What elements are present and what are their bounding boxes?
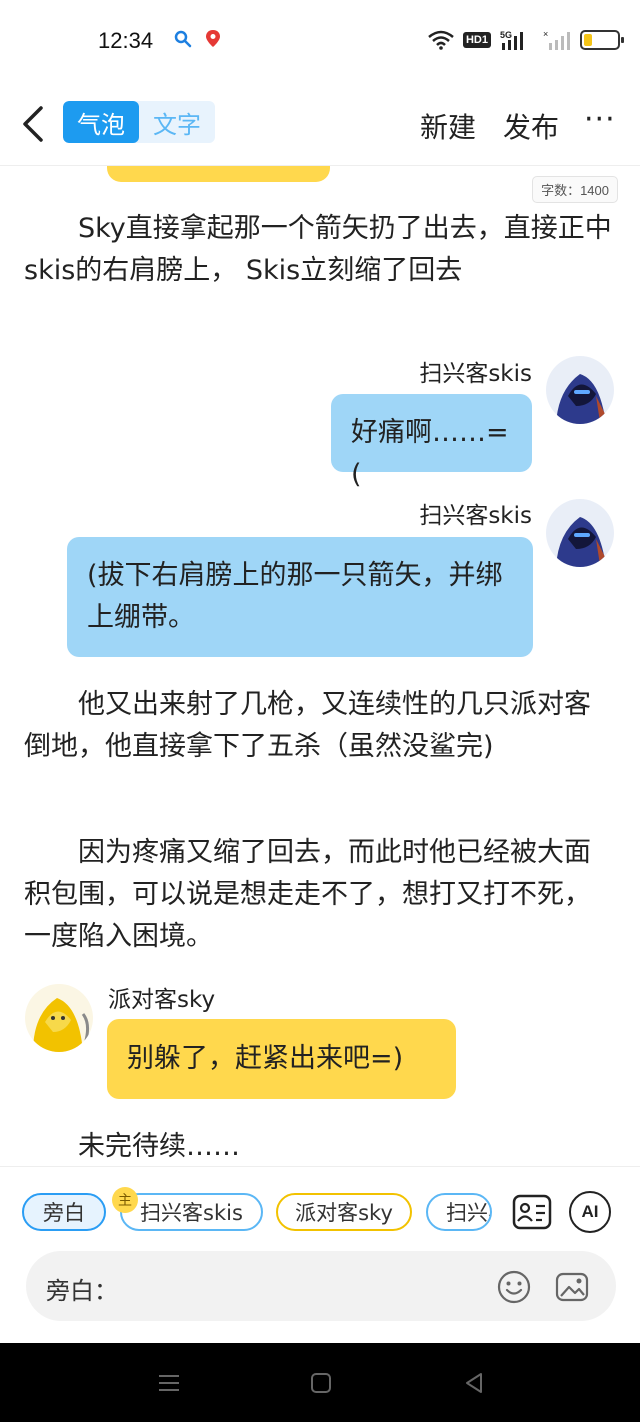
speaker-name-skis-2: 扫兴客skis [419, 503, 532, 529]
battery-icon [580, 30, 624, 50]
role-chip-skis[interactable]: 扫兴客skis [120, 1193, 263, 1231]
mode-bubble-tab[interactable]: 气泡 [63, 101, 139, 143]
system-nav-bar [0, 1343, 640, 1422]
status-time: 12:34 [98, 28, 154, 53]
location-pin-icon [206, 30, 220, 47]
publish-button[interactable]: 发布 [503, 106, 559, 146]
battery-level [584, 34, 592, 46]
chat-text-sky: 别躲了，赶紧出来吧=) [127, 1043, 404, 1074]
role-chip-sky[interactable]: 派对客sky [276, 1193, 412, 1231]
chat-bubble-sky[interactable]: 别躲了，赶紧出来吧=) [107, 1019, 456, 1099]
image-icon[interactable] [554, 1269, 590, 1305]
back-arrow-icon[interactable] [20, 104, 46, 144]
narration-paragraph-4[interactable]: 未完待续…… [24, 1126, 616, 1166]
host-badge: 主 [112, 1187, 138, 1213]
signal-icon: 5G [500, 30, 523, 50]
wifi-icon [428, 30, 454, 50]
back-triangle-icon[interactable] [462, 1371, 486, 1395]
narration-paragraph-3[interactable]: 因为疼痛又缩了回去，而此时他已经被大面积包围，可以说是想走走不了，想打又打不死，… [24, 832, 616, 958]
mode-text-tab[interactable]: 文字 [139, 101, 215, 143]
status-icons: HD1 5G × [428, 26, 624, 54]
chat-bubble-skis-1[interactable]: 好痛啊……=( [331, 394, 532, 490]
avatar-skis[interactable] [546, 499, 614, 567]
hd-badge: HD1 [462, 32, 491, 48]
emoji-icon[interactable] [496, 1269, 532, 1305]
status-bar: 12:34 HD1 5G × [0, 0, 640, 84]
avatar-skis[interactable] [546, 356, 614, 424]
speaker-name-skis-1: 扫兴客skis [419, 361, 532, 387]
network-label: 5G [500, 30, 512, 40]
chat-text-skis-2: (拔下右肩膀上的那一只箭矢，并绑上绷带。 [87, 560, 503, 633]
header-bar: 气泡 文字 新建 发布 ··· [0, 84, 640, 166]
input-role-label: 旁白： [46, 1277, 118, 1305]
more-menu-button[interactable]: ··· [584, 102, 616, 137]
story-content[interactable]: 字数：1400 Sky直接拿起那一个箭矢扔了出去，直接正中skis的右肩膀上， … [0, 166, 640, 1166]
svg-text:×: × [543, 29, 548, 39]
home-icon[interactable] [309, 1371, 333, 1395]
search-icon [174, 30, 192, 48]
mode-toggle: 气泡 文字 [63, 101, 215, 143]
role-chip-skis-2[interactable]: 扫兴客skis [426, 1193, 492, 1231]
chat-bubble-skis-2[interactable]: (拔下右肩膀上的那一只箭矢，并绑上绷带。 [67, 537, 533, 657]
message-input[interactable]: 旁白： [26, 1251, 616, 1321]
word-count-badge: 字数：1400 [532, 176, 618, 203]
previous-bubble-tail [107, 166, 330, 182]
narration-paragraph-1[interactable]: Sky直接拿起那一个箭矢扔了出去，直接正中skis的右肩膀上， Skis立刻缩了… [24, 208, 616, 292]
narration-paragraph-2[interactable]: 他又出来射了几枪，又连续性的几只派对客倒地，他直接拿下了五杀（虽然没鲨完) [24, 684, 616, 768]
menu-icon[interactable] [157, 1371, 181, 1395]
character-card-icon[interactable] [511, 1191, 553, 1233]
role-chip-narrator[interactable]: 旁白 [22, 1193, 106, 1231]
avatar-sky[interactable] [25, 984, 93, 1052]
speaker-name-sky: 派对客sky [108, 987, 216, 1013]
bottom-toolbar: 旁白 扫兴客skis 主 派对客sky 扫兴客skis AI 旁白： [0, 1166, 640, 1343]
new-button[interactable]: 新建 [420, 106, 476, 146]
signal-icon-2: × [543, 29, 570, 50]
story-editor-screen: 12:34 HD1 5G × 气泡 文字 新建 发布 ··· 字数：1400 S… [0, 0, 640, 1422]
chat-text-skis-1: 好痛啊……=( [351, 417, 509, 490]
ai-button[interactable]: AI [569, 1191, 611, 1233]
